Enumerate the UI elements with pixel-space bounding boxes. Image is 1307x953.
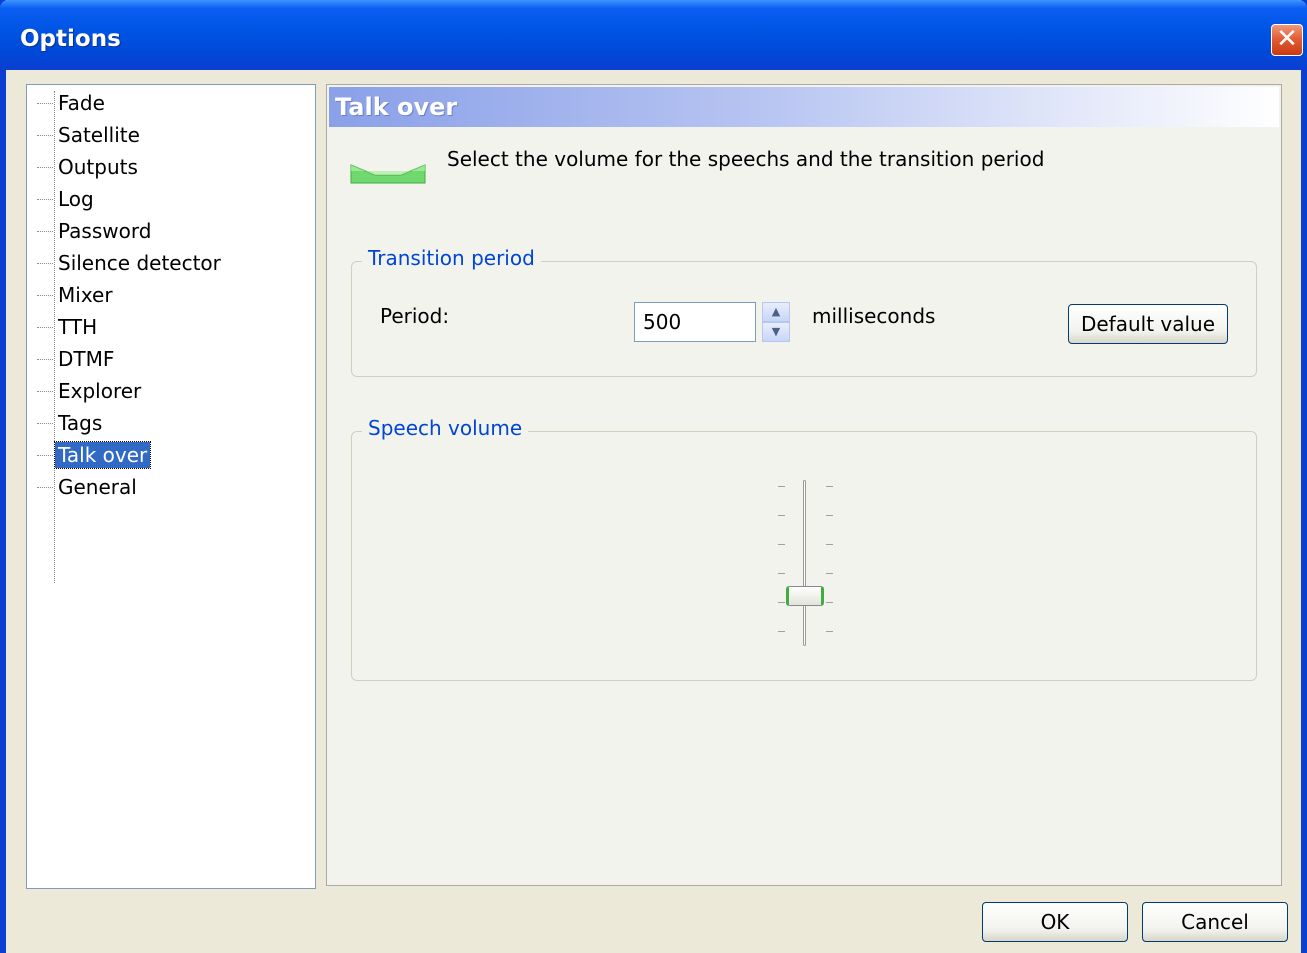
slider-tick <box>826 573 833 574</box>
speech-volume-legend: Speech volume <box>362 416 529 440</box>
options-tree[interactable]: Fade Satellite Outputs Log Password Silence d… <box>26 84 316 889</box>
tree-item[interactable]: Fade <box>37 90 108 116</box>
talk-over-icon <box>350 164 426 184</box>
tree-item[interactable]: Mixer <box>37 282 116 308</box>
period-spinner[interactable]: ▲ ▼ <box>762 302 790 342</box>
slider-tick <box>826 544 833 545</box>
speech-volume-group: Speech volume <box>351 416 1257 681</box>
settings-panel: Talk over Select the volume for the spee… <box>326 84 1282 886</box>
transition-period-group: Transition period Period: 500 ▲ ▼ millis… <box>351 246 1257 377</box>
panel-header: Talk over <box>329 87 1279 127</box>
default-value-button[interactable]: Default value <box>1068 304 1228 344</box>
spin-up-icon[interactable]: ▲ <box>762 302 790 322</box>
slider-tick <box>826 515 833 516</box>
panel-description: Select the volume for the speechs and th… <box>447 147 1045 171</box>
slider-tick <box>778 544 785 545</box>
transition-period-legend: Transition period <box>362 246 541 270</box>
window-title: Options <box>20 26 121 52</box>
cancel-button[interactable]: Cancel <box>1142 902 1288 942</box>
tree-item[interactable]: Outputs <box>37 154 141 180</box>
spin-down-icon[interactable]: ▼ <box>762 322 790 342</box>
slider-tick <box>778 602 785 603</box>
period-label: Period: <box>380 304 450 328</box>
slider-tick <box>778 486 785 487</box>
tree-item[interactable]: Password <box>36 218 154 244</box>
tree-item[interactable]: Talk over <box>36 441 152 469</box>
tree-item[interactable]: Tags <box>36 410 105 436</box>
slider-tick <box>826 602 833 603</box>
slider-tick <box>778 515 785 516</box>
tree-item[interactable]: General <box>37 474 140 500</box>
close-button[interactable]: ✕ <box>1271 24 1303 56</box>
slider-tick <box>826 631 833 632</box>
slider-tick <box>826 486 833 487</box>
slider-thumb[interactable] <box>786 586 824 606</box>
slider-tick <box>778 573 785 574</box>
slider-tick <box>778 631 785 632</box>
tree-item[interactable]: TTH <box>36 314 100 340</box>
speech-volume-slider[interactable] <box>770 476 842 648</box>
panel-title: Talk over <box>335 93 458 121</box>
tree-item[interactable]: Satellite <box>37 122 143 148</box>
title-bar[interactable]: Options ✕ <box>0 0 1307 70</box>
milliseconds-label: milliseconds <box>812 304 936 328</box>
tree-item[interactable]: Explorer <box>36 378 144 404</box>
period-input[interactable]: 500 <box>634 302 756 342</box>
tree-item[interactable]: DTMF <box>36 346 117 372</box>
slider-track[interactable] <box>803 480 806 646</box>
tree-item[interactable]: Log <box>37 186 97 212</box>
ok-button[interactable]: OK <box>982 902 1128 942</box>
tree-item[interactable]: Silence detector <box>37 250 224 276</box>
